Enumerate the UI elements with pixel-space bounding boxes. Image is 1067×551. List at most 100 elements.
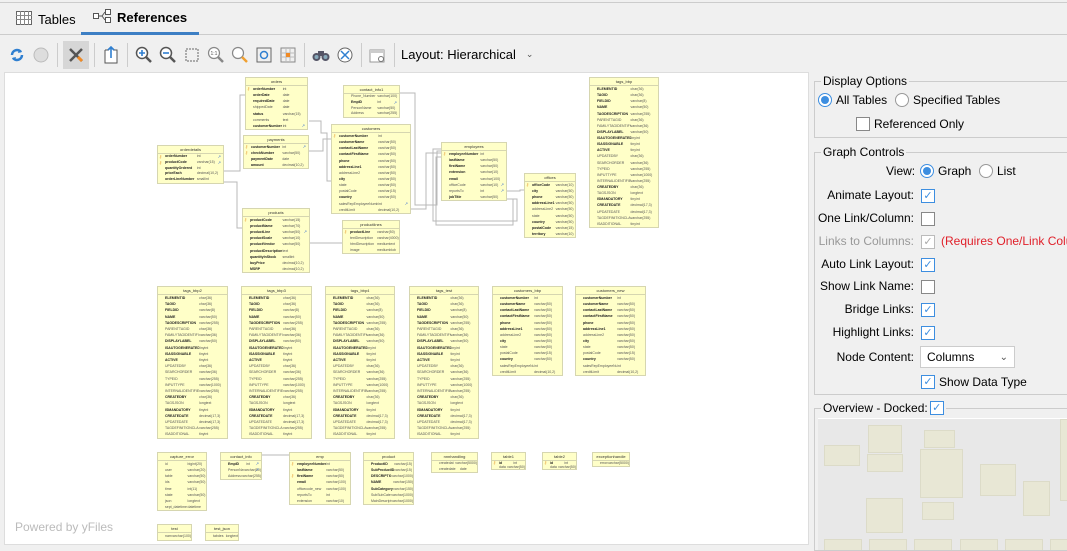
column-row: data varchar(50) — [543, 465, 576, 469]
view-graph-radio[interactable]: Graph — [920, 164, 971, 178]
tools-icon[interactable] — [63, 40, 89, 69]
relationship-link[interactable] — [224, 94, 245, 172]
column-type: decimal(10,2) — [617, 369, 639, 374]
table-node-contact-info1[interactable]: contact_info1 Phone_Number varchar(100) Emp… — [343, 85, 400, 118]
fit-content-icon[interactable] — [253, 44, 275, 66]
relationship-link[interactable] — [309, 138, 331, 152]
layout-dropdown[interactable]: Layout: Hierarchical ⌄ — [401, 47, 533, 62]
column-type: decimal(10,2) — [282, 266, 304, 271]
table-node-contact-info[interactable]: contact_infoEmpIDint↗PersonNamevarchar(5… — [220, 452, 262, 480]
view-label: View: — [886, 164, 916, 178]
table-title: orders — [246, 78, 307, 86]
column-row: ISADDITIONAL tinyint — [590, 221, 658, 227]
table-node-offices[interactable]: offices ⚷ officeCode varchar(10) city varchar… — [524, 173, 576, 238]
column-row: tabdes longtext — [206, 533, 238, 540]
table-node-capture-error[interactable]: capture_error id bigint(20) user varchar(20)… — [157, 452, 207, 511]
table-node-tags-bbp3[interactable]: tags_bbp3 ELEMENTID char(36) TAGID char(36) F… — [241, 286, 312, 439]
column-name: ISADDITIONAL — [165, 432, 190, 437]
column-name: Address — [228, 474, 241, 478]
zoom-search-icon[interactable] — [229, 44, 251, 66]
table-node-product[interactable]: product ProductID varchar(15) SubProductID v… — [363, 452, 414, 505]
table-node-table1[interactable]: table1 ⚷ id int data varchar(50) — [491, 452, 526, 470]
bridge-links-checkbox[interactable]: ✓ — [921, 303, 935, 317]
table-node-emp[interactable]: emp ⚷ employeeNumber int lastName varchar(50)… — [289, 452, 351, 505]
column-type: varchar(255) — [377, 111, 398, 116]
select-area-icon[interactable] — [181, 44, 203, 66]
table-node-table2[interactable]: table2 ⚷ id int data varchar(50) — [542, 452, 577, 470]
table-title: offices — [525, 174, 575, 182]
view-list-radio[interactable]: List — [979, 164, 1016, 178]
graph-canvas[interactable]: Powered by yFiles orders ⚷ orderNumber int o… — [4, 72, 809, 545]
relationship-link[interactable] — [507, 189, 524, 192]
column-type: int — [282, 123, 287, 128]
table-node-customers-new[interactable]: customers_new customerNumber int customerNa… — [575, 286, 646, 376]
references-graph-icon — [93, 9, 111, 26]
table-node-customers-bbp[interactable]: customers_bbp customerNumber int customerNa… — [492, 286, 563, 376]
table-node-employees[interactable]: employees ⚷ employeeNumber int lastName varch… — [441, 142, 507, 201]
table-node-tags-bbp[interactable]: tags_bbp ELEMENTID char(36) TAGID char(36) FI… — [589, 77, 659, 228]
overview-node — [1023, 481, 1050, 516]
column-row: image mediumblob — [343, 247, 399, 253]
table-node-tags-test[interactable]: tags_test ELEMENTID char(36) TAGID char(36) F… — [409, 286, 479, 439]
fit-grid-icon[interactable] — [277, 44, 299, 66]
column-type: mediumblob — [376, 248, 397, 252]
radio-label: All Tables — [836, 93, 888, 107]
table-node-payments[interactable]: payments ⚷ customerNumber int ↗ ⚷ checkNumber v… — [243, 135, 309, 169]
table-title: tags_bbp — [590, 78, 658, 86]
tab-references[interactable]: References — [81, 3, 200, 35]
screenshot-icon[interactable] — [367, 44, 389, 66]
all-tables-radio[interactable]: All Tables — [818, 93, 887, 107]
table-node-customers[interactable]: customers ⚷ customerNumber int customerName v… — [331, 124, 411, 214]
table-title: emp — [290, 453, 350, 461]
radio-label: Graph — [938, 164, 972, 178]
table-node-tags-bbp4[interactable]: tags_bbp4 ELEMENTID char(36) TAGID char(36) F… — [325, 286, 395, 439]
zoom-out-icon[interactable] — [157, 44, 179, 66]
node-content-label: Node Content: — [836, 350, 914, 364]
auto-link-layout-checkbox[interactable]: ✓ — [921, 258, 935, 272]
overview-docked-checkbox[interactable]: ✓ — [929, 401, 944, 415]
table-node-test-json[interactable]: test_json tabdes longtext — [205, 524, 239, 541]
relationship-link[interactable] — [224, 181, 242, 229]
node-content-select[interactable]: Columns ⌄ — [920, 346, 1015, 368]
separator — [394, 42, 395, 67]
select-value: Columns — [927, 350, 975, 364]
table-title: exceptionhandle — [593, 453, 629, 461]
column-name: creditLimit — [500, 369, 516, 374]
column-name: territory — [532, 231, 546, 236]
refresh-icon[interactable] — [6, 44, 28, 66]
one-link-column-checkbox[interactable] — [921, 212, 935, 226]
group-title: Display Options — [823, 74, 908, 88]
table-node-orderdetails[interactable]: orderdetails ⚷ orderNumber int ↗ ⚷ productCode… — [157, 145, 224, 184]
table-node-tags-bbp2[interactable]: tags_bbp2 ELEMENTID char(36) TAGID char(36) F… — [157, 286, 228, 439]
zoom-actual-icon[interactable]: 1:1 — [205, 44, 227, 66]
table-node-products[interactable]: products ⚷ productCode varchar(15) productNa… — [242, 208, 310, 273]
column-row: ISADDITIONAL tinyint — [242, 431, 311, 437]
referenced-only-checkbox[interactable]: Referenced Only — [856, 117, 964, 131]
highlight-links-checkbox[interactable]: ✓ — [921, 326, 935, 340]
tab-tables[interactable]: Tables — [16, 3, 76, 35]
zoom-in-icon[interactable] — [133, 44, 155, 66]
animate-layout-label: Animate Layout: — [827, 188, 914, 202]
table-title: customers_new — [576, 287, 645, 295]
stop-icon[interactable] — [30, 44, 52, 66]
column-type: varchar(10) — [326, 498, 345, 503]
table-node-orders[interactable]: orders ⚷ orderNumber int orderDate date requir… — [245, 77, 308, 130]
specified-tables-radio[interactable]: Specified Tables — [895, 93, 1000, 107]
table-title: table1 — [492, 453, 525, 461]
table-node-nnnhandling[interactable]: nnnhandling createdat varchar(5000) created… — [431, 452, 478, 473]
show-link-name-checkbox[interactable] — [921, 280, 935, 294]
show-data-type-checkbox[interactable]: ✓ Show Data Type — [921, 375, 1027, 389]
animate-layout-checkbox[interactable]: ✓ — [921, 189, 935, 203]
table-node-test[interactable]: testnamevarchar(100) — [157, 524, 192, 541]
overview-minimap[interactable] — [818, 418, 1067, 550]
column-type: varchar(50) — [480, 194, 499, 199]
table-node-exceptionhandle[interactable]: exceptionhandle error varchar(5000) — [592, 452, 630, 467]
checkbox-label: Show Data Type — [939, 375, 1027, 389]
column-name: ISADDITIONAL — [333, 432, 358, 437]
navigate-icon[interactable] — [334, 44, 356, 66]
show-link-name-label: Show Link Name: — [819, 279, 914, 293]
export-icon[interactable] — [100, 44, 122, 66]
table-node-productlines[interactable]: productlines ⚷ productLine varchar(50) textD… — [342, 220, 400, 254]
overview-node — [867, 454, 903, 472]
find-binoculars-icon[interactable] — [310, 44, 332, 66]
